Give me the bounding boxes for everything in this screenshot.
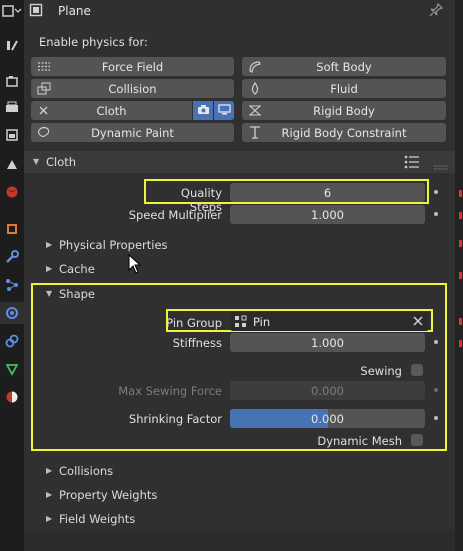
render-tab-icon[interactable] [0,70,24,92]
collisions-expand-icon[interactable]: ▶ [46,466,52,475]
object-tab-icon[interactable] [0,218,24,240]
tool-tab-icon[interactable] [0,34,24,56]
monitor-icon [217,103,231,118]
panel-footer [24,531,455,551]
constraints-tab-icon[interactable] [0,330,24,352]
field-weights-expand-icon[interactable]: ▶ [46,514,52,523]
rigid-body-constraint-icon [248,126,262,142]
property-weights-header[interactable]: Property Weights [59,488,157,502]
cloth-collapse-icon[interactable]: ▼ [33,157,39,166]
particles-tab-icon[interactable] [0,274,24,296]
keyframe-dot[interactable] [434,212,438,216]
scene-tab-icon[interactable] [0,153,24,175]
cache-expand-icon[interactable]: ▶ [46,264,52,273]
material-tab-icon[interactable] [0,386,24,408]
soft-body-icon [248,60,262,76]
red-marker [459,272,462,279]
cloth-viewport-toggle[interactable] [214,101,234,120]
properties-header: Plane [24,0,463,22]
editor-type-icon[interactable] [0,0,24,22]
property-weights-expand-icon[interactable]: ▶ [46,490,52,499]
properties-tab-strip [0,0,24,551]
object-name: Plane [58,4,91,18]
pin-icon[interactable] [429,2,444,20]
rigid-body-label: Rigid Body [313,103,375,118]
shrinking-factor-field[interactable]: 0.000 [230,409,425,428]
fluid-button[interactable]: Fluid [242,79,446,98]
rigid-body-button[interactable]: Rigid Body [242,101,446,120]
cloth-render-toggle[interactable] [193,101,213,120]
keyframe-dot[interactable] [434,340,438,344]
physics-tab-icon[interactable] [0,302,24,324]
cache-header[interactable]: Cache [59,262,95,276]
fluid-label: Fluid [330,81,358,96]
list-icon[interactable] [404,155,420,172]
view-layer-tab-icon[interactable] [0,124,24,146]
vertex-group-icon [234,315,248,331]
collisions-header[interactable]: Collisions [59,464,113,478]
object-data-icon [29,3,43,20]
stiffness-label: Stiffness [172,336,222,350]
collision-label: Collision [108,81,157,96]
rigid-body-icon [248,104,262,120]
cloth-button[interactable]: Cloth [31,101,192,120]
dynamic-paint-icon [37,126,51,142]
clear-icon[interactable] [412,315,424,330]
cloth-label: Cloth [96,103,127,118]
pin-group-label: Pin Group [166,316,222,330]
keyframe-dot [434,388,438,392]
shape-header[interactable]: Shape [59,287,95,301]
mouse-cursor-icon [128,253,142,277]
camera-icon [197,104,210,118]
cloth-panel-title: Cloth [46,155,77,169]
speed-multiplier-label: Speed Multiplier [128,208,222,222]
force-field-button[interactable]: Force Field [31,57,234,76]
sewing-label: Sewing [360,364,402,378]
keyframe-dot[interactable] [434,416,438,420]
stiffness-field[interactable]: 1.000 [230,333,425,352]
max-sewing-force-label: Max Sewing Force [118,384,222,398]
dynamic-paint-button[interactable]: Dynamic Paint [31,123,234,142]
pin-group-value: Pin [253,315,271,329]
dynamic-mesh-checkbox[interactable] [411,434,423,446]
shape-collapse-icon[interactable]: ▼ [46,289,52,298]
collision-button[interactable]: Collision [31,79,234,98]
collision-icon [37,82,51,98]
force-field-icon [37,60,51,76]
fluid-icon [248,81,262,98]
red-marker [459,212,462,219]
field-weights-header[interactable]: Field Weights [59,512,135,526]
keyframe-dot[interactable] [434,190,438,194]
dynamic-paint-label: Dynamic Paint [91,125,174,140]
modifiers-tab-icon[interactable] [0,246,24,268]
drag-handle-icon[interactable] [434,160,448,174]
red-marker [459,318,462,325]
remove-cloth-icon[interactable] [37,104,50,120]
pin-group-field[interactable]: Pin [230,312,429,331]
sewing-checkbox[interactable] [411,364,423,376]
max-sewing-force-field: 0.000 [230,381,425,400]
red-marker [459,190,462,197]
speed-multiplier-field[interactable]: 1.000 [230,205,425,224]
cloth-panel-header[interactable] [24,151,455,173]
soft-body-button[interactable]: Soft Body [242,57,446,76]
rigid-body-constraint-label: Rigid Body Constraint [281,125,407,140]
red-marker [459,240,462,247]
physical-properties-expand-icon[interactable]: ▶ [46,240,52,249]
world-tab-icon[interactable] [0,181,24,203]
quality-steps-field[interactable]: 6 [230,183,425,202]
shrinking-factor-label: Shrinking Factor [128,412,222,426]
force-field-label: Force Field [101,59,164,74]
physical-properties-header[interactable]: Physical Properties [59,238,168,252]
output-tab-icon[interactable] [0,96,24,118]
soft-body-label: Soft Body [316,59,372,74]
red-marker [459,340,462,347]
dynamic-mesh-label: Dynamic Mesh [317,434,402,448]
rigid-body-constraint-button[interactable]: Rigid Body Constraint [242,123,446,142]
enable-physics-label: Enable physics for: [39,35,148,49]
data-tab-icon[interactable] [0,358,24,380]
shrinking-factor-value: 0.000 [311,411,344,426]
